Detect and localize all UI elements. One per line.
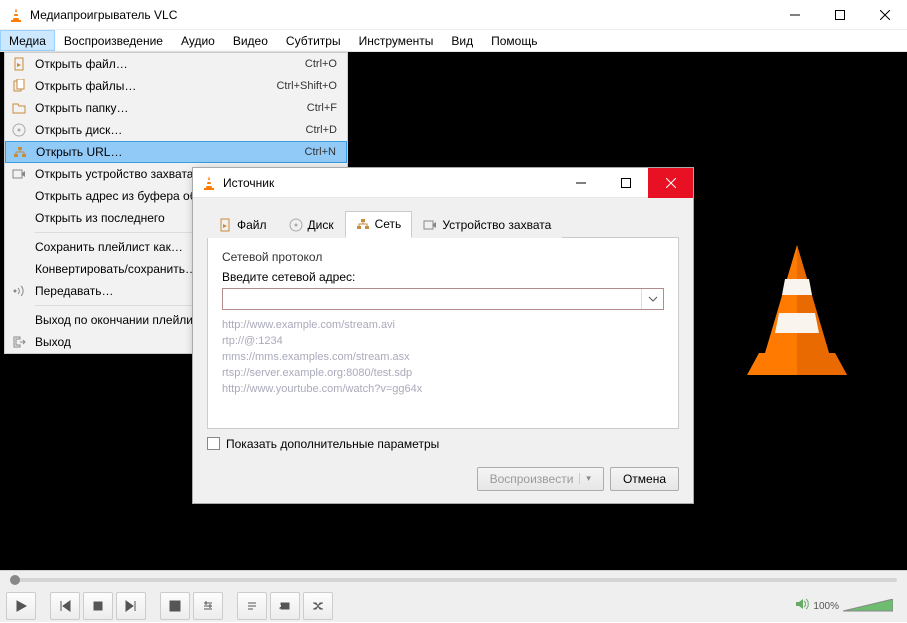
capture-icon bbox=[5, 167, 33, 181]
files-icon bbox=[5, 79, 33, 93]
dialog-close-button[interactable] bbox=[648, 168, 693, 198]
menu-playback[interactable]: Воспроизведение bbox=[55, 30, 172, 51]
ext-settings-button[interactable] bbox=[193, 592, 223, 620]
window-close-button[interactable] bbox=[862, 0, 907, 30]
tab-capture[interactable]: Устройство захвата bbox=[412, 211, 562, 238]
menu-open-url[interactable]: Открыть URL… Ctrl+N bbox=[5, 141, 347, 163]
file-icon bbox=[5, 57, 33, 71]
menu-view[interactable]: Вид bbox=[442, 30, 482, 51]
window-titlebar: Медиапроигрыватель VLC bbox=[0, 0, 907, 30]
volume-percent: 100% bbox=[813, 601, 839, 612]
menu-audio[interactable]: Аудио bbox=[172, 30, 224, 51]
menubar: Медиа Воспроизведение Аудио Видео Субтит… bbox=[0, 30, 907, 52]
dialog-titlebar: Источник bbox=[193, 168, 693, 198]
dialog-tabs: Файл Диск Сеть Устройство захвата bbox=[207, 210, 679, 238]
menu-open-file[interactable]: Открыть файл… Ctrl+O bbox=[5, 53, 347, 75]
dialog-title: Источник bbox=[223, 176, 558, 190]
menu-video[interactable]: Видео bbox=[224, 30, 277, 51]
dialog-minimize-button[interactable] bbox=[558, 168, 603, 198]
next-button[interactable] bbox=[116, 592, 146, 620]
vlc-cone-logo bbox=[737, 241, 857, 381]
disc-icon bbox=[5, 123, 33, 137]
file-icon bbox=[218, 218, 232, 232]
play-button[interactable] bbox=[6, 592, 36, 620]
fullscreen-button[interactable] bbox=[160, 592, 190, 620]
vlc-cone-icon bbox=[8, 7, 24, 23]
capture-icon bbox=[423, 218, 437, 232]
advanced-checkbox[interactable] bbox=[207, 437, 220, 450]
menu-open-files[interactable]: Открыть файлы… Ctrl+Shift+O bbox=[5, 75, 347, 97]
dialog-maximize-button[interactable] bbox=[603, 168, 648, 198]
volume-control[interactable]: 100% bbox=[795, 597, 901, 615]
window-maximize-button[interactable] bbox=[817, 0, 862, 30]
group-title: Сетевой протокол bbox=[222, 250, 664, 264]
open-source-dialog: Источник Файл Диск Сеть Устройство захва… bbox=[192, 167, 694, 504]
exit-icon bbox=[5, 335, 33, 349]
tab-network[interactable]: Сеть bbox=[345, 211, 413, 238]
menu-help[interactable]: Помощь bbox=[482, 30, 546, 51]
folder-icon bbox=[5, 101, 33, 115]
input-label: Введите сетевой адрес: bbox=[222, 270, 664, 284]
tab-disc[interactable]: Диск bbox=[278, 211, 345, 238]
url-combobox[interactable] bbox=[222, 288, 664, 310]
vlc-cone-icon bbox=[201, 175, 217, 191]
tab-file[interactable]: Файл bbox=[207, 211, 278, 238]
chevron-down-icon[interactable] bbox=[641, 289, 663, 309]
url-examples: http://www.example.com/stream.avi rtp://… bbox=[222, 318, 664, 398]
menu-subtitles[interactable]: Субтитры bbox=[277, 30, 350, 51]
menu-open-disc[interactable]: Открыть диск… Ctrl+D bbox=[5, 119, 347, 141]
loop-button[interactable] bbox=[270, 592, 300, 620]
window-minimize-button[interactable] bbox=[772, 0, 817, 30]
menu-media[interactable]: Медиа bbox=[0, 30, 55, 51]
shuffle-button[interactable] bbox=[303, 592, 333, 620]
menu-tools[interactable]: Инструменты bbox=[350, 30, 443, 51]
playlist-button[interactable] bbox=[237, 592, 267, 620]
play-button[interactable]: Воспроизвести bbox=[477, 467, 604, 491]
network-icon bbox=[6, 145, 34, 159]
controls-bar: 100% bbox=[0, 570, 907, 622]
advanced-label: Показать дополнительные параметры bbox=[226, 437, 439, 451]
stop-button[interactable] bbox=[83, 592, 113, 620]
speaker-icon bbox=[795, 597, 809, 615]
disc-icon bbox=[289, 218, 303, 232]
network-icon bbox=[356, 217, 370, 231]
window-title: Медиапроигрыватель VLC bbox=[30, 8, 772, 22]
prev-button[interactable] bbox=[50, 592, 80, 620]
menu-open-folder[interactable]: Открыть папку… Ctrl+F bbox=[5, 97, 347, 119]
seek-bar[interactable] bbox=[0, 571, 907, 589]
volume-slider[interactable] bbox=[843, 599, 893, 613]
cancel-button[interactable]: Отмена bbox=[610, 467, 679, 491]
url-input[interactable] bbox=[223, 289, 641, 309]
stream-icon bbox=[5, 284, 33, 298]
